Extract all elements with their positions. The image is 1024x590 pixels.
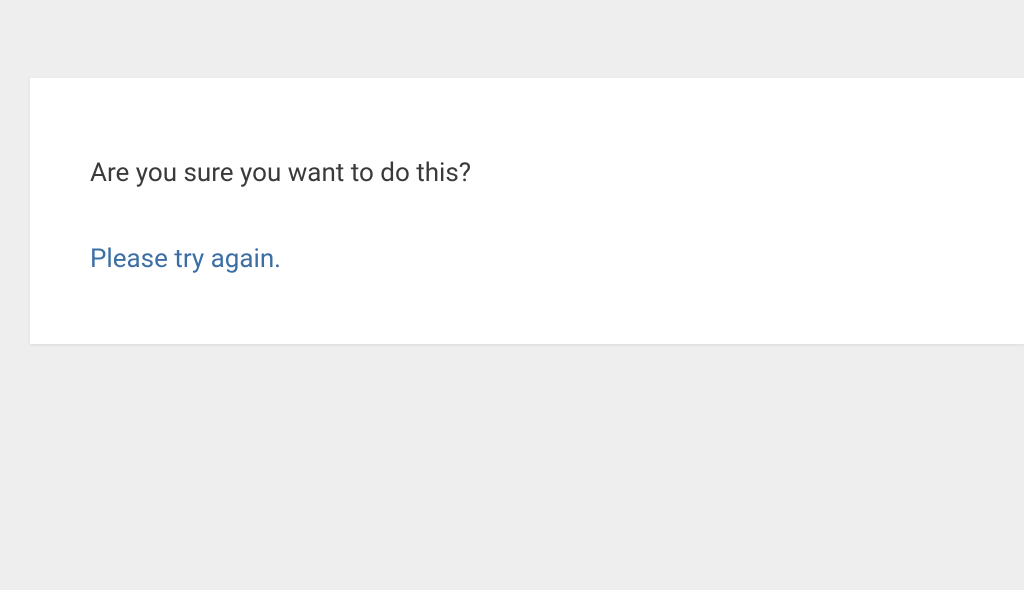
retry-link[interactable]: Please try again. [90, 244, 281, 274]
confirmation-panel: Are you sure you want to do this? Please… [30, 78, 1024, 344]
confirmation-message: Are you sure you want to do this? [90, 158, 964, 188]
